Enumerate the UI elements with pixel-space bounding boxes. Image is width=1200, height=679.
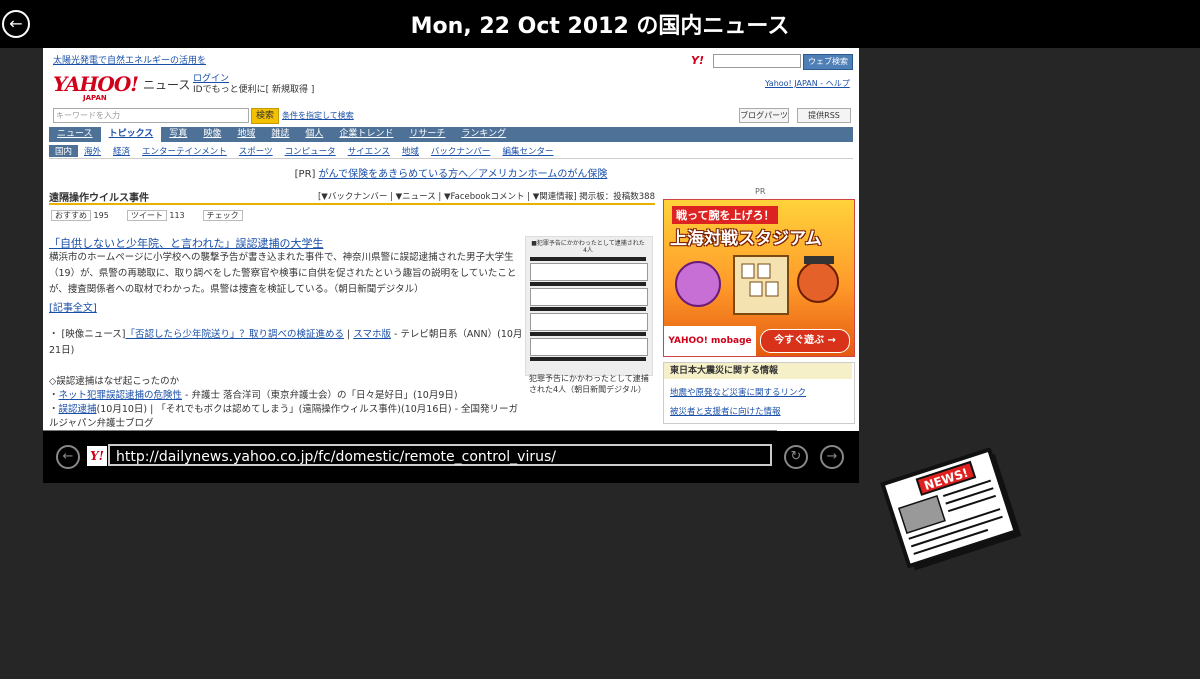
url-input[interactable]: http://dailynews.yahoo.co.jp/fc/domestic… (108, 444, 772, 466)
nav-item-trend[interactable]: 企業トレンド (331, 127, 401, 142)
share-row: おすすめ 195 ツイート 113 チェック (51, 210, 243, 221)
earthquake-info-box: 東日本大震災に関する情報 地震や原発など災害に関するリンク 被災者と支援者に向け… (663, 362, 855, 424)
related-list: ・ネット犯罪誤認逮捕の危険性 - 弁護士 落合洋司（東京弁護士会）の「日々是好日… (49, 389, 524, 431)
ad-title: 上海対戦スタジアム (670, 229, 822, 249)
web-view[interactable]: 太陽光発電で自然エネルギーの活用を YAHOO! JAPAN ニュース ログイン… (43, 48, 859, 431)
smartphone-link[interactable]: スマホ版 (353, 329, 391, 340)
photo-caption: 犯罪予告にかかわったとして逮捕された4人（朝日新聞デジタル） (529, 374, 649, 394)
check-button[interactable]: チェック (202, 210, 243, 221)
article-header: 遠隔操作ウイルス事件 [▼バックナンバー | ▼ニュース | ▼Facebook… (49, 189, 655, 205)
photo-table-bar (530, 332, 646, 336)
photo-table-cell (530, 313, 648, 331)
earthquake-info-title: 東日本大震災に関する情報 (664, 363, 852, 379)
web-search-button[interactable]: ウェブ検索 (803, 54, 853, 70)
ad-play-button[interactable]: 今すぐ遊ぶ → (760, 329, 850, 353)
subnav-item-domestic[interactable]: 国内 (49, 145, 79, 157)
yahoo-logo[interactable]: YAHOO! (53, 72, 139, 96)
subnav-item-backnumber[interactable]: バックナンバー (425, 145, 497, 157)
section-label: ニュース (143, 78, 191, 92)
section-heading: ◇誤認逮捕はなぜ起こったのか (49, 376, 180, 387)
tweet-button[interactable]: ツイート 113 (126, 210, 185, 221)
subnav-item-sports[interactable]: スポーツ (233, 145, 279, 157)
nav-item-video[interactable]: 映像 (195, 127, 229, 142)
video-news-link[interactable]: 「否認したら少年院送り」？取り調べの検証進める (125, 329, 344, 340)
sub-nav: 国内 海外 経済 エンターテインメント スポーツ コンピュータ サイエンス 地域… (49, 144, 853, 159)
right-arrow-icon[interactable]: → (820, 445, 844, 469)
article-title-link[interactable]: 「自供しないと少年院、と言われた」誤認逮捕の大学生 (49, 235, 323, 251)
nav-item-research[interactable]: リサーチ (401, 127, 453, 142)
nav-item-news[interactable]: ニュース (49, 127, 101, 142)
nav-item-individual[interactable]: 個人 (297, 127, 331, 142)
article-photo[interactable]: ■犯罪予告にかかわったとして逮捕された4人 (525, 236, 653, 376)
yahoo-y-icon: Y! (691, 54, 704, 67)
subnav-item-entertainment[interactable]: エンターテインメント (136, 145, 233, 157)
blog-parts-button[interactable]: ブログパーツ (739, 108, 789, 123)
refresh-icon[interactable]: ↻ (784, 445, 808, 469)
nav-item-photo[interactable]: 写真 (161, 127, 195, 142)
advanced-search-link[interactable]: 条件を指定して検索 (282, 110, 354, 121)
top-links[interactable]: Yahoo! JAPAN - ヘルプ (765, 78, 850, 89)
main-nav: ニュース トピックス 写真 映像 地域 雑誌 個人 企業トレンド リサーチ ラン… (49, 127, 853, 142)
subnav-item-computer[interactable]: コンピュータ (279, 145, 342, 157)
photo-table-cell (530, 263, 648, 281)
photo-table-bar (530, 357, 646, 361)
photo-table-bar (530, 282, 646, 286)
web-search-input[interactable] (713, 54, 801, 68)
photo-table-cell (530, 288, 648, 306)
nav-item-region[interactable]: 地域 (229, 127, 263, 142)
nav-item-magazine[interactable]: 雑誌 (263, 127, 297, 142)
pr-link[interactable]: がんで保険をあきらめている方へ／アメリカンホームのがん保険 (319, 169, 608, 180)
photo-table-cell (530, 338, 648, 356)
list-item: ・ネット犯罪誤認逮捕の危険性 - 弁護士 落合洋司（東京弁護士会）の「日々是好日… (49, 390, 458, 401)
pr-label: PR (755, 187, 766, 196)
ad-banner[interactable]: 戦って腕を上げろ！ 上海対戦スタジアム YAHOO! mobage 今すぐ遊ぶ … (663, 199, 855, 357)
ad-tagline: 戦って腕を上げろ！ (672, 206, 779, 224)
pr-line: [PR] がんで保険をあきらめている方へ／アメリカンホームのがん保険 (43, 165, 859, 180)
yahoo-favicon-icon: Y! (87, 446, 107, 466)
keyword-search-input[interactable]: キーワードを入力 (53, 108, 249, 123)
page-title: Mon, 22 Oct 2012 の国内ニュース (410, 14, 790, 39)
article-category: 遠隔操作ウイルス事件 (49, 193, 149, 204)
left-arrow-icon[interactable]: ← (56, 445, 80, 469)
yahoo-logo-sub: JAPAN (83, 94, 107, 102)
ad-artwork (675, 255, 839, 315)
subnav-item-economy[interactable]: 経済 (107, 145, 136, 157)
nav-item-ranking[interactable]: ランキング (453, 127, 514, 142)
subnav-item-overseas[interactable]: 海外 (78, 145, 107, 157)
nav-item-topics[interactable]: トピックス (100, 127, 162, 142)
app-header: ← Mon, 22 Oct 2012 の国内ニュース (0, 0, 1200, 48)
rss-button[interactable]: 提供RSS (797, 108, 851, 123)
pr-tag: [PR] (294, 169, 316, 180)
read-more-link[interactable]: [記事全文] (49, 299, 97, 314)
keyword-search-button[interactable]: 検索 (251, 108, 279, 124)
list-item: ・誤認逮捕(10月10日) | 「それでもボクは認めてしまう」(遠隔操作ウィルス… (49, 404, 519, 429)
login-note: IDでもっと便利に[ 新規取得 ] (193, 85, 315, 95)
subnav-item-editorial[interactable]: 編集センター (496, 145, 559, 157)
photo-table-bar (530, 257, 646, 261)
article-jump-links[interactable]: [▼バックナンバー | ▼ニュース | ▼Facebookコメント | ▼関連情… (318, 190, 655, 202)
subnav-item-region[interactable]: 地域 (396, 145, 425, 157)
keyword-search-row: キーワードを入力 検索 条件を指定して検索 ブログパーツ 提供RSS (53, 108, 853, 124)
support-info-link[interactable]: 被災者と支援者に向けた情報 (670, 405, 781, 417)
ad-brand: YAHOO! mobage (664, 326, 756, 356)
photo-header-text: ■犯罪予告にかかわったとして逮捕された4人 (531, 240, 645, 254)
video-news-line: ・ [映像ニュース]「否認したら少年院送り」？取り調べの検証進める | スマホ版… (49, 329, 523, 356)
fb-recommend-button[interactable]: おすすめ 195 (51, 210, 109, 221)
web-search-box: Y! ウェブ検索 (691, 54, 853, 70)
newspaper-icon: NEWS! (880, 448, 1022, 571)
disaster-links[interactable]: 地震や原発など災害に関するリンク (670, 386, 806, 398)
photo-table-bar (530, 307, 646, 311)
top-banner-link[interactable]: 太陽光発電で自然エネルギーの活用を (53, 53, 206, 66)
subnav-item-science[interactable]: サイエンス (342, 145, 396, 157)
article-body: 横浜市のホームページに小学校への襲撃予告が書き込まれた事件で、神奈川県警に誤認逮… (49, 252, 517, 295)
